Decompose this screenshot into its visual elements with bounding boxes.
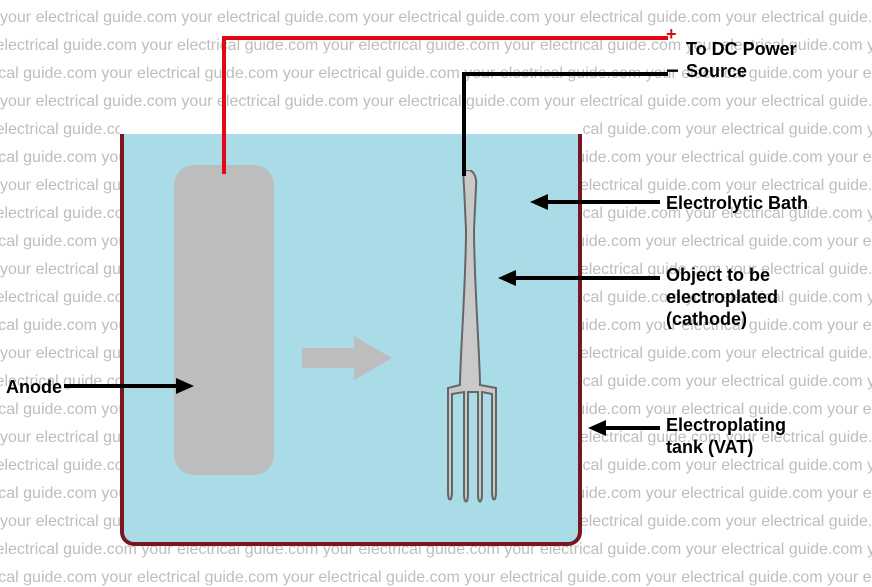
anode-plate-icon	[174, 165, 274, 475]
power-source-label: To DC PowerSource	[686, 38, 797, 82]
tank-line2: tank (VAT)	[666, 436, 786, 458]
anode-pointer-arrow-icon	[64, 376, 194, 396]
bath-pointer-arrow-icon	[530, 192, 660, 212]
negative-wire-vertical	[462, 72, 466, 176]
power-line1: To DC PowerSource	[686, 38, 797, 82]
tank-pointer-arrow-icon	[588, 418, 660, 438]
positive-wire-vertical	[222, 36, 226, 174]
tank-line1: Electroplating	[666, 414, 786, 436]
anode-label: Anode	[6, 376, 62, 398]
tank-label: Electroplating tank (VAT)	[666, 414, 786, 458]
positive-terminal-symbol: +	[666, 24, 677, 45]
diagram-stage: + − To DC PowerSource Electrolytic Bath …	[0, 0, 872, 587]
fork-icon	[430, 170, 510, 510]
positive-wire-horizontal	[222, 36, 668, 40]
negative-wire-horizontal	[462, 72, 668, 76]
cathode-object-label: Object to be electroplated (cathode)	[666, 264, 778, 330]
negative-terminal-symbol: −	[666, 58, 679, 84]
object-line3: (cathode)	[666, 308, 778, 330]
object-line1: Object to be	[666, 264, 778, 286]
cathode-pointer-arrow-icon	[498, 268, 660, 288]
electrolytic-bath-label: Electrolytic Bath	[666, 192, 808, 214]
object-line2: electroplated	[666, 286, 778, 308]
ion-flow-arrow-icon	[302, 336, 392, 380]
